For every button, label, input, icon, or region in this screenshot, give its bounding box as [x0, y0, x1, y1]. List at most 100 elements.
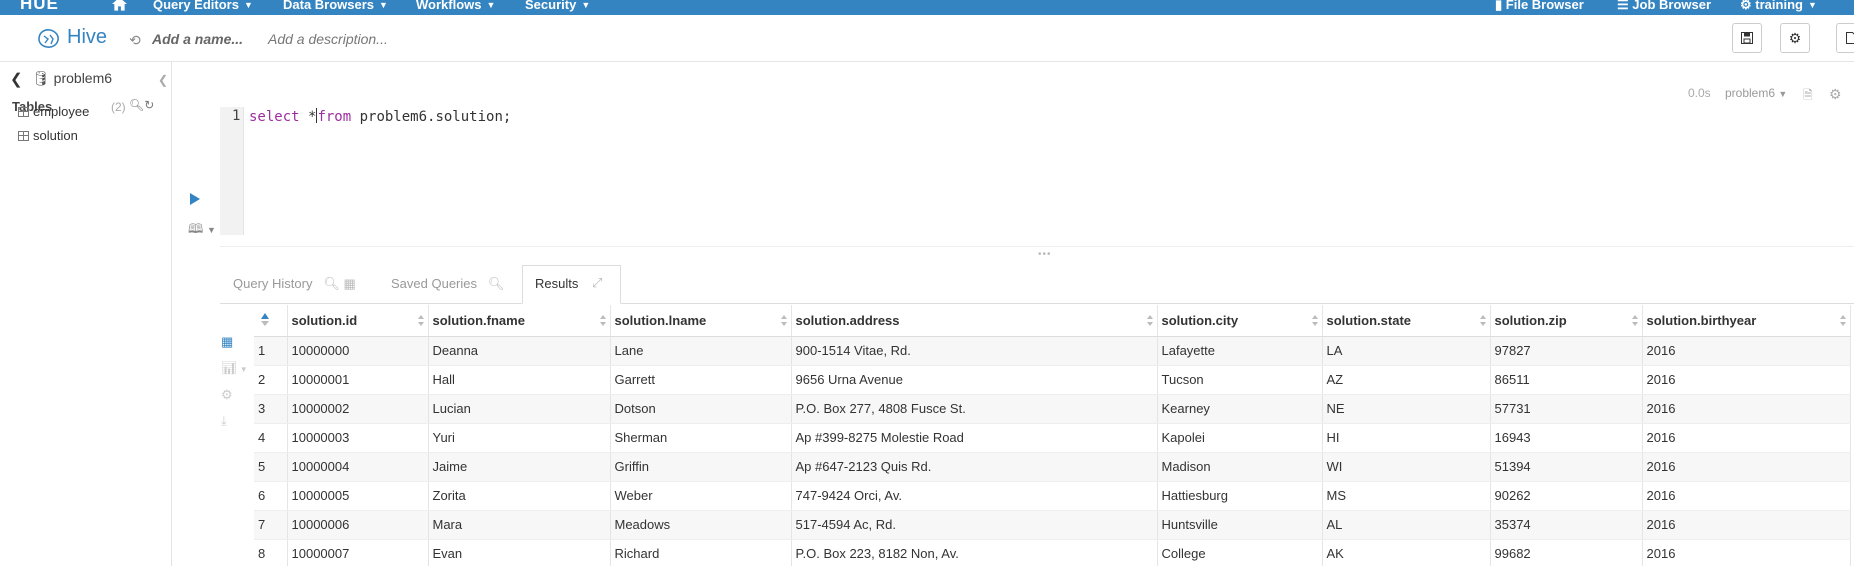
column-header[interactable]: solution.city: [1157, 305, 1323, 337]
cogs-icon: ⚙: [1740, 0, 1752, 12]
table-row[interactable]: 8 10000007 Evan Richard P.O. Box 223, 8182 N…: [254, 539, 1851, 566]
search-icon[interactable]: 🔍︎: [488, 276, 505, 291]
table-row[interactable]: 5 10000004 Jaime Griffin Ap #647-2123 Quis R…: [254, 452, 1851, 482]
file-browser-link[interactable]: ▮ File Browser: [1495, 0, 1584, 13]
column-header[interactable]: solution.state: [1322, 305, 1491, 337]
tab-results[interactable]: Results ⤢: [522, 265, 621, 304]
column-header[interactable]: solution.id: [287, 305, 429, 337]
tab-results-label: Results: [535, 276, 579, 291]
settings-button[interactable]: ⚙: [1780, 23, 1810, 53]
database-selector[interactable]: problem6 ▼: [1725, 86, 1787, 100]
table-cell: 9656 Urna Avenue: [791, 365, 1158, 395]
column-header[interactable]: solution.lname: [610, 305, 792, 337]
sql-star: *: [299, 109, 317, 125]
tab-query-history[interactable]: Query History 🔍︎ ▦: [233, 276, 356, 292]
sql-keyword: select: [249, 109, 300, 125]
chevron-left-icon[interactable]: ❮: [10, 70, 23, 88]
file-button[interactable]: [1836, 23, 1854, 53]
history-icon[interactable]: ⟲: [129, 32, 141, 49]
table-cell: 517-4594 Ac, Rd.: [791, 510, 1158, 540]
menu-workflows[interactable]: Workflows ▼: [416, 0, 495, 12]
menu-data-browsers[interactable]: Data Browsers ▼: [283, 0, 388, 12]
table-cell: Deanna: [428, 336, 611, 366]
sort-icon: [1479, 315, 1486, 326]
menu-security[interactable]: Security ▼: [525, 0, 590, 12]
calendar-icon[interactable]: ▦: [343, 276, 355, 291]
query-description-field[interactable]: Add a description...: [268, 31, 388, 47]
table-row[interactable]: 2 10000001 Hall Garrett 9656 Urna Avenue Tucs…: [254, 365, 1851, 395]
download-icon[interactable]: ⤓: [221, 413, 227, 429]
table-cell: Griffin: [610, 452, 792, 482]
save-button[interactable]: [1732, 23, 1762, 53]
sort-ascending-icon: [261, 313, 269, 326]
row-number-cell: 8: [254, 539, 288, 566]
user-menu[interactable]: ⚙ training ▼: [1740, 0, 1817, 13]
row-number-cell: 6: [254, 481, 288, 511]
row-number-cell: 1: [254, 336, 288, 366]
sql-keyword: from: [317, 109, 352, 125]
tab-saved-queries-label: Saved Queries: [391, 276, 477, 291]
book-icon[interactable]: 🕮 ▼: [188, 220, 216, 242]
grid-icon[interactable]: ▦: [221, 334, 233, 350]
table-cell: NE: [1322, 394, 1491, 424]
table-row[interactable]: 1 10000000 Deanna Lane 900-1514 Vitae, Rd. La…: [254, 336, 1851, 366]
row-number-cell: 2: [254, 365, 288, 395]
results-table: solution.id solution.fname solution.lnam…: [254, 305, 1851, 566]
table-cell: Mara: [428, 510, 611, 540]
refresh-icon[interactable]: ↻: [144, 98, 154, 112]
tab-query-history-label: Query History: [233, 276, 313, 291]
document-icon[interactable]: 🗎: [1803, 86, 1813, 107]
table-row[interactable]: 4 10000003 Yuri Sherman Ap #399-8275 Molesti…: [254, 423, 1851, 453]
resize-handle[interactable]: •••: [1038, 249, 1052, 260]
database-breadcrumb[interactable]: 🛢 problem6: [32, 70, 112, 87]
menu-data-browsers-label: Data Browsers: [283, 0, 375, 12]
play-icon[interactable]: [190, 193, 200, 205]
column-header[interactable]: solution.address: [791, 305, 1158, 337]
table-cell: Garrett: [610, 365, 792, 395]
user-menu-label: training: [1755, 0, 1803, 12]
job-browser-label: Job Browser: [1632, 0, 1712, 12]
gear-icon[interactable]: ⚙: [1829, 86, 1842, 103]
query-duration: 0.0s: [1688, 86, 1711, 100]
job-browser-link[interactable]: ☰ Job Browser: [1617, 0, 1711, 13]
table-cell: Ap #399-8275 Molestie Road: [791, 423, 1158, 453]
column-header[interactable]: solution.fname: [428, 305, 611, 337]
row-number-header[interactable]: [254, 305, 288, 337]
cogs-icon: ⚙: [1788, 29, 1802, 46]
sql-editor[interactable]: select *from problem6.solution;: [249, 108, 511, 125]
search-icon[interactable]: 🔍︎: [129, 98, 144, 112]
table-cell: 16943: [1490, 423, 1643, 453]
search-icon[interactable]: 🔍︎: [323, 276, 340, 291]
home-icon[interactable]: [112, 0, 127, 11]
sort-icon: [417, 315, 424, 326]
table-cell: Meadows: [610, 510, 792, 540]
tab-saved-queries[interactable]: Saved Queries 🔍︎: [391, 276, 504, 292]
chevron-down-icon: ▼: [243, 0, 253, 10]
left-assist-panel: ❮ 🛢 problem6 ❮ Tables (2) 🔍︎↻ employee s…: [0, 62, 172, 566]
column-header[interactable]: solution.birthyear: [1642, 305, 1851, 337]
table-cell: 99682: [1490, 539, 1643, 566]
collapse-panel-icon[interactable]: ❮: [158, 73, 168, 87]
table-row[interactable]: 3 10000002 Lucian Dotson P.O. Box 277, 4808 …: [254, 394, 1851, 424]
table-cell: 57731: [1490, 394, 1643, 424]
tables-tools: 🔍︎↻: [129, 98, 154, 112]
table-row[interactable]: 7 10000006 Mara Meadows 517-4594 Ac, Rd. Hunt…: [254, 510, 1851, 540]
list-icon: ☰: [1617, 0, 1629, 12]
column-header[interactable]: solution.zip: [1490, 305, 1643, 337]
table-item-employee[interactable]: employee: [18, 104, 89, 119]
editor-gutter: [220, 107, 244, 235]
table-row[interactable]: 6 10000005 Zorita Weber 747-9424 Orci, Av. Ha…: [254, 481, 1851, 511]
table-cell: Richard: [610, 539, 792, 566]
menu-query-editors[interactable]: Query Editors ▼: [153, 0, 253, 12]
table-cell: Tucson: [1157, 365, 1323, 395]
expand-icon[interactable]: ⤢: [592, 275, 602, 291]
gear-icon[interactable]: ⚙: [221, 387, 233, 403]
query-name-field[interactable]: Add a name...: [152, 31, 243, 47]
tables-count: (2): [111, 100, 126, 114]
table-item-solution[interactable]: solution: [18, 128, 78, 143]
hue-logo[interactable]: HUE: [20, 0, 59, 14]
table-cell: 10000004: [287, 452, 429, 482]
sql-table-ref: problem6.solution;: [351, 109, 512, 125]
chart-icon[interactable]: 📊︎ ▼: [221, 360, 248, 376]
table-cell: 2016: [1642, 423, 1851, 453]
